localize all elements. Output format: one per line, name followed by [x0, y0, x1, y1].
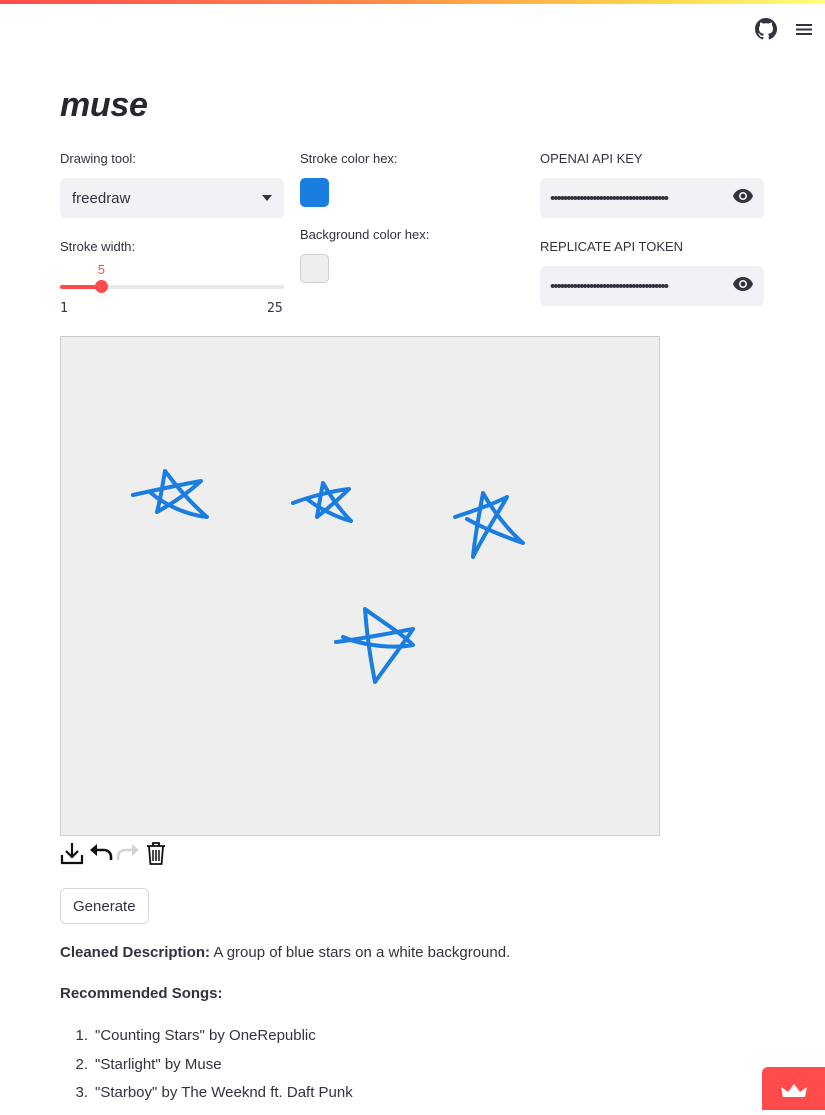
- openai-key-masked: ••••••••••••••••••••••••••••••••••••: [550, 189, 669, 207]
- stroke-color-picker[interactable]: [300, 178, 329, 207]
- crown-icon: [781, 1084, 807, 1097]
- drawing-tool-value: freedraw: [72, 189, 131, 207]
- drawn-star-stroke: [291, 481, 353, 523]
- drawing-canvas[interactable]: [60, 336, 660, 836]
- top-decoration-bar: [0, 0, 825, 4]
- song-text: "Starlight" by Muse: [95, 1056, 222, 1073]
- drawn-star-stroke: [334, 607, 415, 684]
- description-text: A group of blue stars on a white backgro…: [213, 944, 511, 961]
- slider-max-label: 25: [267, 301, 283, 316]
- stroke-width-value: 5: [97, 262, 105, 277]
- drawing-tool-select[interactable]: freedraw: [60, 178, 284, 218]
- eye-icon[interactable]: [732, 276, 754, 297]
- list-item: 1. "Counting Stars" by OneRepublic: [60, 1027, 316, 1044]
- recommended-songs-heading: Recommended Songs:: [60, 985, 223, 1002]
- list-item: 3. "Starboy" by The Weeknd ft. Daft Punk: [60, 1084, 353, 1101]
- cleaned-description: Cleaned Description: A group of blue sta…: [60, 944, 510, 961]
- streamlit-badge[interactable]: [762, 1067, 825, 1110]
- list-number: 2.: [75, 1056, 88, 1073]
- background-color-label: Background color hex:: [300, 227, 430, 242]
- stroke-color-label: Stroke color hex:: [300, 151, 398, 166]
- song-text: "Starboy" by The Weeknd ft. Daft Punk: [95, 1084, 353, 1101]
- chevron-down-icon: [262, 195, 272, 201]
- hamburger-menu-icon[interactable]: [794, 18, 816, 40]
- stroke-width-slider[interactable]: [60, 280, 284, 293]
- replicate-token-label: REPLICATE API TOKEN: [540, 239, 684, 254]
- list-item: 2. "Starlight" by Muse: [60, 1056, 222, 1073]
- github-icon[interactable]: [755, 18, 777, 40]
- replicate-token-masked: ••••••••••••••••••••••••••••••••••••: [550, 277, 669, 295]
- list-number: 1.: [75, 1027, 88, 1044]
- generate-button[interactable]: Generate: [60, 888, 149, 924]
- songs-label: Recommended Songs:: [60, 985, 223, 1002]
- undo-icon[interactable]: [87, 840, 113, 866]
- replicate-token-input[interactable]: ••••••••••••••••••••••••••••••••••••: [540, 266, 764, 306]
- slider-thumb[interactable]: [95, 280, 109, 293]
- drawn-star-stroke: [453, 491, 525, 559]
- eye-icon[interactable]: [732, 188, 754, 209]
- slider-min-label: 1: [60, 301, 68, 316]
- redo-icon[interactable]: [116, 840, 140, 866]
- download-icon[interactable]: [60, 840, 84, 866]
- drawing-tool-label: Drawing tool:: [60, 151, 136, 166]
- background-color-picker[interactable]: [300, 254, 329, 283]
- description-label: Cleaned Description:: [60, 944, 211, 961]
- page-title: muse: [60, 86, 148, 124]
- song-text: "Counting Stars" by OneRepublic: [95, 1027, 316, 1044]
- drawn-star-stroke: [131, 469, 209, 519]
- openai-key-label: OPENAI API KEY: [540, 151, 643, 166]
- stroke-width-label: Stroke width:: [60, 239, 136, 254]
- openai-key-input[interactable]: ••••••••••••••••••••••••••••••••••••: [540, 178, 764, 218]
- trash-icon[interactable]: [145, 840, 169, 866]
- list-number: 3.: [75, 1084, 88, 1101]
